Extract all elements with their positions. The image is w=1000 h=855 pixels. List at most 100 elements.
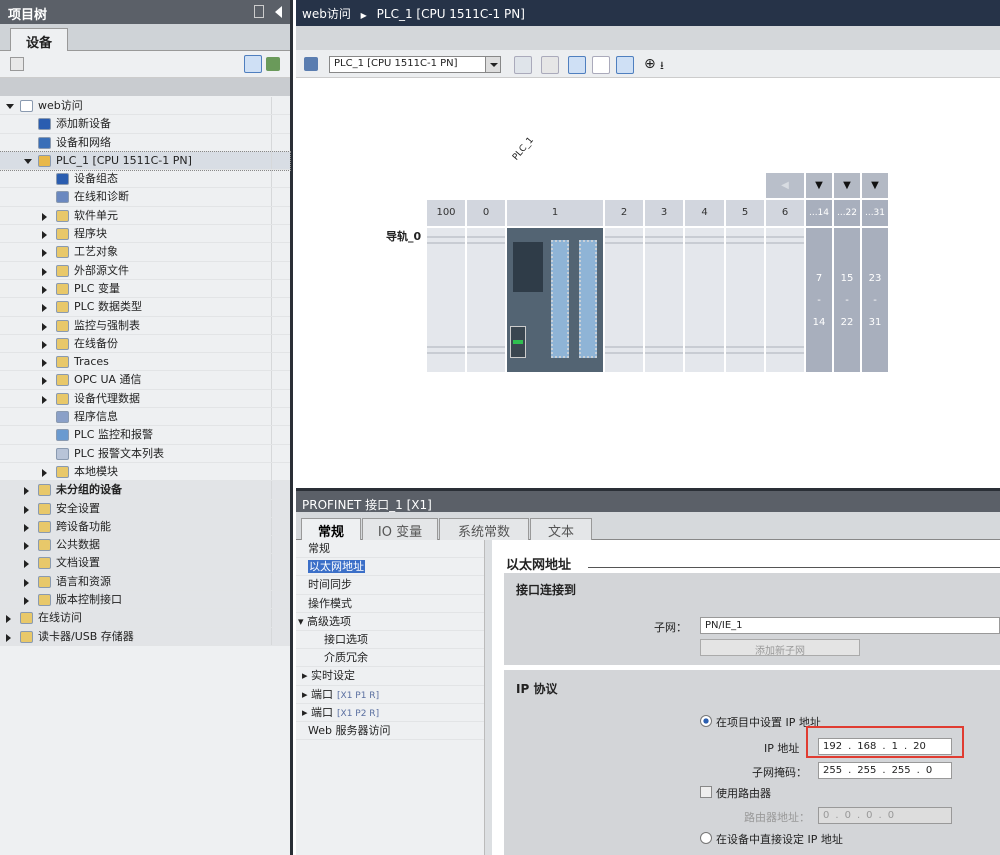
use-router-checkbox[interactable]	[700, 786, 712, 798]
tree-item[interactable]: 软件单元	[0, 206, 290, 226]
zoom-dropdown-icon[interactable]: ⭳	[660, 57, 664, 76]
tree-item[interactable]: 设备和网络	[0, 133, 290, 152]
tab-system-constants[interactable]: 系统常数	[439, 518, 529, 540]
expand-slots-button[interactable]: ▼	[834, 173, 860, 198]
expand-right-icon[interactable]: ▸	[302, 669, 311, 682]
breadcrumb-project[interactable]: web访问	[302, 7, 351, 21]
tree-export-icon[interactable]	[266, 57, 280, 71]
tab-general[interactable]: 常规	[301, 518, 361, 541]
tab-io-tags[interactable]: IO 变量	[362, 518, 438, 540]
tree-item[interactable]: Traces	[0, 353, 290, 372]
expand-right-icon[interactable]	[6, 633, 11, 642]
chevron-down-icon[interactable]	[485, 57, 500, 72]
page-break-icon[interactable]	[616, 56, 634, 74]
tab-devices[interactable]: 设备	[10, 28, 68, 52]
expand-right-icon[interactable]	[42, 249, 47, 258]
tree-item[interactable]: 程序块	[0, 225, 290, 244]
expand-slots-button[interactable]: ▼	[862, 173, 888, 198]
subnet-mask-field[interactable]: 255. 255. 255. 0	[818, 762, 952, 779]
slot[interactable]	[467, 228, 505, 372]
tree-item[interactable]: 公共数据	[0, 536, 290, 555]
device-selector[interactable]: PLC_1 [CPU 1511C-1 PN]	[329, 56, 501, 73]
expand-right-icon[interactable]	[24, 597, 29, 606]
slot[interactable]	[645, 228, 683, 372]
slot-header[interactable]: 0	[467, 200, 505, 226]
nav-item[interactable]: ▸ 实时设定	[296, 667, 492, 686]
slot-header[interactable]: 5	[726, 200, 764, 226]
nav-item[interactable]: 常规	[296, 540, 492, 559]
tree-item[interactable]: 在线备份	[0, 334, 290, 354]
tree-item[interactable]: 本地模块	[0, 462, 290, 482]
collapse-panel-icon[interactable]	[275, 6, 282, 18]
nav-item[interactable]: ▾ 高级选项	[296, 613, 492, 631]
slot[interactable]	[726, 228, 764, 372]
expand-down-icon[interactable]	[24, 158, 32, 164]
expand-right-icon[interactable]	[24, 542, 29, 551]
device-name-label[interactable]: PLC_1	[511, 135, 536, 162]
tree-item[interactable]: 在线和诊断	[0, 188, 290, 207]
device-view-canvas[interactable]: PLC_1 导轨_0 100 0 1 2 3 4 5 6 ◀ ▼ ...14 7-14 ▼ ...22 15…	[296, 78, 1000, 488]
edit-mode-icon[interactable]	[568, 56, 586, 74]
tree-item[interactable]: 程序信息	[0, 408, 290, 427]
expand-right-icon[interactable]	[42, 267, 47, 276]
breadcrumb-device[interactable]: PLC_1 [CPU 1511C-1 PN]	[377, 7, 525, 21]
tree-item[interactable]: PLC 监控和报警	[0, 426, 290, 445]
tree-item[interactable]: 设备组态	[0, 170, 290, 189]
slot[interactable]	[685, 228, 724, 372]
expansion-slot-range[interactable]: 15 - 22	[834, 228, 860, 372]
expand-right-icon[interactable]: ▸	[302, 688, 311, 701]
expand-right-icon[interactable]	[42, 304, 47, 313]
tree-item[interactable]: PLC 变量	[0, 279, 290, 299]
tree-item[interactable]: 工艺对象	[0, 243, 290, 262]
overview-toggle-icon[interactable]	[244, 55, 262, 73]
expand-right-icon[interactable]: ▸	[302, 706, 311, 719]
nav-item[interactable]: 介质冗余	[296, 649, 492, 668]
tree-item[interactable]: 跨设备功能	[0, 517, 290, 537]
nav-item[interactable]: ▸ 端口 [X1 P1 R]	[296, 686, 492, 704]
tree-item[interactable]: 在线访问	[0, 609, 290, 628]
tree-item[interactable]: 未分组的设备	[0, 481, 290, 500]
tree-item[interactable]: 监控与强制表	[0, 316, 290, 335]
slot-header[interactable]: 3	[645, 200, 683, 226]
expansion-slot-range[interactable]: 23 - 31	[862, 228, 888, 372]
slot[interactable]	[427, 228, 465, 372]
nav-item[interactable]: 时间同步	[296, 576, 492, 595]
expand-right-icon[interactable]	[6, 615, 11, 624]
nav-item[interactable]: 接口选项	[296, 631, 492, 650]
nav-item[interactable]: ▸ 端口 [X1 P2 R]	[296, 704, 492, 722]
tab-texts[interactable]: 文本	[530, 518, 592, 540]
radio-set-in-project[interactable]	[700, 715, 712, 727]
expand-right-icon[interactable]	[42, 395, 47, 404]
pin-icon[interactable]	[254, 5, 264, 18]
tree-item[interactable]: 读卡器/USB 存储器	[0, 627, 290, 646]
slot[interactable]	[766, 228, 804, 372]
tree-item[interactable]: 安全设置	[0, 499, 290, 518]
grid-icon[interactable]	[592, 56, 610, 74]
nav-item[interactable]: Web 服务器访问	[296, 722, 492, 741]
tree-item[interactable]: OPC UA 通信	[0, 371, 290, 390]
expand-right-icon[interactable]	[42, 212, 47, 221]
slot-header[interactable]: 2	[605, 200, 643, 226]
expand-right-icon[interactable]	[42, 340, 47, 349]
expand-right-icon[interactable]	[24, 578, 29, 587]
expand-right-icon[interactable]	[42, 359, 47, 368]
nav-item[interactable]: 操作模式	[296, 595, 492, 613]
show-labels-icon[interactable]	[541, 56, 559, 74]
tree-item[interactable]: 添加新设备	[0, 115, 290, 134]
device-data-icon[interactable]	[514, 56, 532, 74]
expand-right-icon[interactable]	[24, 560, 29, 569]
tree-item[interactable]: 语言和资源	[0, 572, 290, 592]
cpu-module[interactable]	[507, 228, 603, 372]
expand-right-icon[interactable]	[42, 468, 47, 477]
expand-right-icon[interactable]	[42, 377, 47, 386]
tree-item[interactable]: 版本控制接口	[0, 591, 290, 610]
slot-header[interactable]: 1	[507, 200, 603, 226]
slot-header[interactable]: 6	[766, 200, 804, 226]
expand-down-icon[interactable]: ▾	[298, 615, 307, 628]
expand-slots-button[interactable]: ▼	[806, 173, 832, 198]
expand-right-icon[interactable]	[42, 231, 47, 240]
expand-down-icon[interactable]	[6, 104, 14, 109]
tree-item[interactable]: 设备代理数据	[0, 389, 290, 409]
slot-header[interactable]: 4	[685, 200, 724, 226]
expand-right-icon[interactable]	[42, 285, 47, 294]
